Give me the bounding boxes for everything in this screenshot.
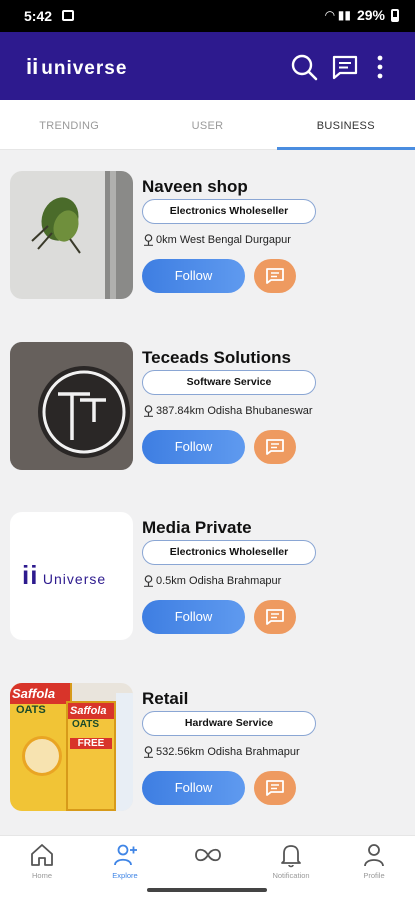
message-button[interactable]: [254, 430, 296, 464]
business-card: ii Universe Media Private Electronics Wh…: [0, 512, 415, 682]
tab-business[interactable]: BUSINESS: [276, 100, 415, 150]
business-name: Naveen shop: [142, 177, 248, 196]
infinity-icon: [195, 848, 221, 862]
home-icon: [31, 844, 53, 866]
location-text: 0.5km Odisha Brahmapur: [156, 574, 282, 587]
location-text: 387.84km Odisha Bhubaneswar: [156, 404, 313, 417]
wifi-signal-icon: ◠ ▮▮: [325, 8, 351, 22]
app-bar: ii universe: [0, 32, 415, 100]
tc-logo-sign: [10, 342, 133, 470]
nav-profile[interactable]: Profile: [334, 842, 414, 880]
message-icon: [266, 609, 284, 625]
location-pin-icon: [144, 746, 153, 758]
business-location: 0km West Bengal Durgapur: [143, 233, 291, 246]
business-name: Media Private: [142, 518, 252, 537]
saffola-oats-packs: Saffola OATS Saffola OATS FREE: [10, 683, 133, 811]
person-icon: [364, 844, 384, 867]
follow-button[interactable]: Follow: [142, 259, 245, 293]
message-button[interactable]: [254, 600, 296, 634]
business-card: Saffola OATS Saffola OATS FREE Retail Ha…: [0, 683, 415, 853]
follow-button[interactable]: Follow: [142, 600, 245, 634]
location-text: 0km West Bengal Durgapur: [156, 233, 291, 246]
business-card: Naveen shop Electronics Wholeseller 0km …: [0, 171, 415, 341]
message-icon: [266, 439, 284, 455]
business-name: Retail: [142, 689, 189, 708]
logo-text: universe: [41, 58, 128, 79]
nav-label: Explore: [112, 871, 138, 880]
business-location: 0.5km Odisha Brahmapur: [143, 574, 281, 587]
thumb-logo-mark: ii: [22, 560, 39, 590]
oats-pack-side: [116, 693, 133, 811]
follow-button[interactable]: Follow: [142, 430, 245, 464]
tab-user[interactable]: USER: [138, 100, 276, 149]
battery-icon: [391, 8, 399, 22]
app-logo: ii universe: [26, 54, 127, 80]
nav-label: Home: [31, 871, 52, 880]
ii-universe-logo: ii Universe: [22, 560, 106, 591]
location-pin-icon: [144, 234, 153, 246]
status-bar: 5:42 ◠ ▮▮ 29%: [0, 0, 415, 32]
business-category-badge: Hardware Service: [142, 711, 316, 736]
status-time: 5:42: [24, 8, 53, 24]
business-card: Teceads Solutions Software Service 387.8…: [0, 342, 415, 512]
location-text: 532.56km Odisha Brahmapur: [156, 745, 300, 758]
bell-icon: [281, 845, 301, 868]
battery-percent: 29%: [356, 7, 385, 23]
message-icon: [266, 780, 284, 796]
oats-brand: Saffola: [10, 683, 70, 704]
status-right: ◠ ▮▮ 29%: [325, 7, 399, 23]
business-thumbnail[interactable]: [10, 171, 133, 299]
logo-mark: ii: [26, 54, 39, 79]
oats-brand: Saffola: [68, 703, 114, 719]
business-location: 532.56km Odisha Brahmapur: [143, 745, 300, 758]
more-vertical-icon[interactable]: [366, 52, 394, 82]
business-thumbnail[interactable]: ii Universe: [10, 512, 133, 640]
oats-pack-back: Saffola OATS: [10, 683, 72, 811]
business-location: 387.84km Odisha Bhubaneswar: [143, 404, 313, 417]
nav-label: Notification: [272, 871, 310, 880]
oats-free-badge: FREE: [70, 738, 112, 749]
thumb-logo-text: Universe: [42, 571, 107, 587]
business-name: Teceads Solutions: [142, 348, 291, 367]
tab-bar: TRENDING USER BUSINESS: [0, 100, 415, 150]
oats-bowl: [22, 736, 62, 776]
nav-universe[interactable]: [168, 842, 248, 871]
business-category-badge: Software Service: [142, 370, 316, 395]
nav-explore[interactable]: Explore: [85, 842, 165, 880]
search-icon[interactable]: [289, 52, 319, 82]
nav-label: Profile: [363, 871, 385, 880]
gesture-home-bar[interactable]: [147, 888, 267, 892]
chat-icon[interactable]: [330, 52, 360, 82]
message-icon: [266, 268, 284, 284]
location-pin-icon: [144, 575, 153, 587]
business-category-badge: Electronics Wholeseller: [142, 540, 316, 565]
insect-photo: [10, 171, 133, 299]
business-thumbnail[interactable]: Saffola OATS Saffola OATS FREE: [10, 683, 133, 811]
add-user-icon: [114, 844, 137, 866]
location-pin-icon: [144, 405, 153, 417]
tab-trending[interactable]: TRENDING: [0, 100, 138, 149]
gallery-notification-icon: [62, 10, 74, 21]
message-button[interactable]: [254, 259, 296, 293]
nav-notification[interactable]: Notification: [251, 842, 331, 880]
business-thumbnail[interactable]: [10, 342, 133, 470]
oats-product: OATS: [16, 704, 46, 716]
business-category-badge: Electronics Wholeseller: [142, 199, 316, 224]
oats-pack-front: Saffola OATS FREE: [66, 701, 116, 811]
nav-home[interactable]: Home: [2, 842, 82, 880]
follow-button[interactable]: Follow: [142, 771, 245, 805]
oats-product: OATS: [72, 719, 100, 730]
message-button[interactable]: [254, 771, 296, 805]
